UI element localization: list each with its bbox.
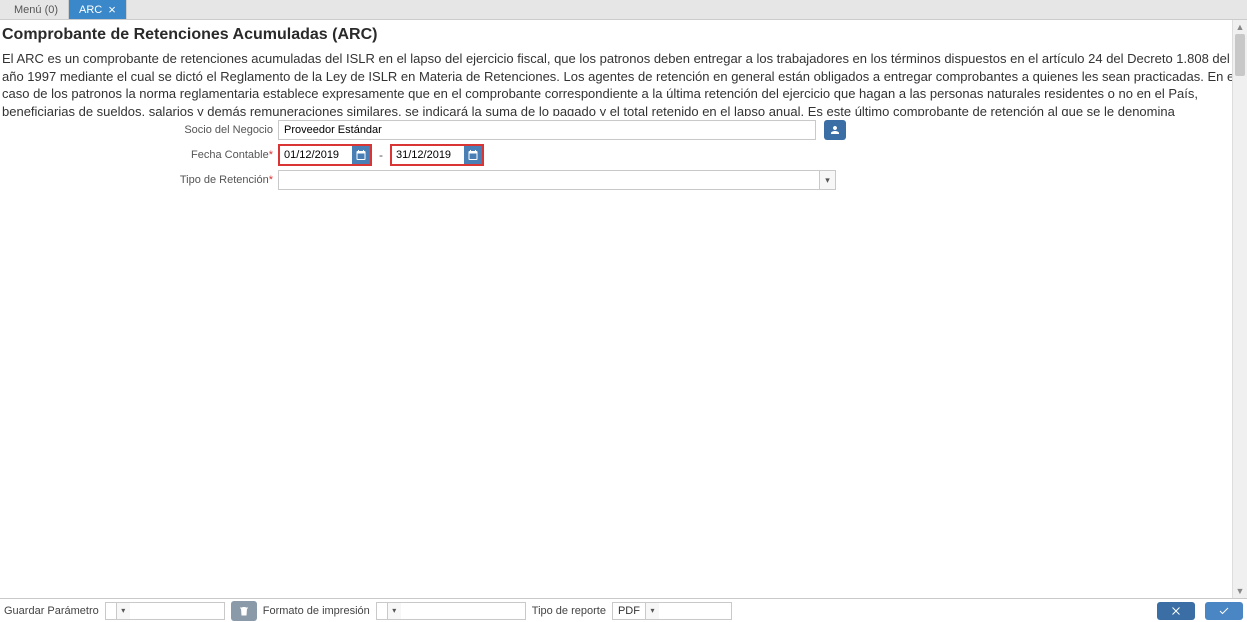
save-parameter-value (106, 603, 116, 619)
print-format-select[interactable]: ▾ (376, 602, 526, 620)
business-partner-lookup-button[interactable] (824, 120, 846, 140)
chevron-down-icon: ▾ (387, 603, 401, 619)
date-from-field (278, 144, 372, 166)
date-to-calendar-button[interactable] (464, 146, 482, 164)
date-to-field (390, 144, 484, 166)
form-panel: Socio del Negocio Fecha Contable* - (0, 116, 1246, 193)
chevron-down-icon: ▾ (116, 603, 130, 619)
calendar-icon (467, 149, 479, 161)
scroll-down-arrow[interactable]: ▼ (1233, 584, 1247, 598)
date-from-input[interactable] (280, 146, 352, 164)
accounting-date-label: Fecha Contable* (0, 149, 278, 161)
date-range-separator: - (379, 148, 383, 162)
scroll-thumb[interactable] (1235, 34, 1245, 76)
description-panel: Comprobante de Retenciones Acumuladas (A… (0, 20, 1246, 116)
business-partner-input[interactable] (278, 120, 816, 140)
retention-type-value (279, 171, 819, 189)
delete-parameter-button[interactable] (231, 601, 257, 621)
retention-type-label: Tipo de Retención* (0, 174, 278, 186)
close-icon[interactable]: × (108, 3, 116, 16)
tab-arc[interactable]: ARC × (69, 0, 127, 19)
page-description: El ARC es un comprobante de retenciones … (2, 50, 1238, 116)
ok-button[interactable] (1205, 602, 1243, 620)
content-area: Comprobante de Retenciones Acumuladas (A… (0, 20, 1247, 622)
report-type-select[interactable]: PDF ▾ (612, 602, 732, 620)
footer-toolbar: Guardar Parámetro ▾ Formato de impresión… (0, 598, 1247, 622)
tab-menu[interactable]: Menú (0) (4, 0, 69, 19)
print-format-value (377, 603, 387, 619)
tab-bar: Menú (0) ARC × (0, 0, 1247, 20)
row-retention-type: Tipo de Retención* ▾ (0, 168, 1246, 192)
business-partner-label: Socio del Negocio (0, 124, 278, 136)
calendar-icon (355, 149, 367, 161)
chevron-down-icon: ▾ (819, 171, 835, 189)
date-to-input[interactable] (392, 146, 464, 164)
report-type-value: PDF (613, 603, 645, 619)
user-icon (829, 124, 841, 136)
page-title: Comprobante de Retenciones Acumuladas (A… (2, 26, 1238, 44)
trash-icon (238, 605, 250, 617)
print-format-label: Formato de impresión (263, 605, 370, 617)
report-type-label: Tipo de reporte (532, 605, 606, 617)
vertical-scrollbar[interactable]: ▲ ▼ (1232, 20, 1247, 598)
save-parameter-label: Guardar Parámetro (4, 605, 99, 617)
check-icon (1215, 605, 1233, 617)
x-icon (1167, 605, 1185, 617)
row-business-partner: Socio del Negocio (0, 118, 1246, 142)
chevron-down-icon: ▾ (645, 603, 659, 619)
tab-menu-label: Menú (0) (14, 4, 58, 16)
retention-type-select[interactable]: ▾ (278, 170, 836, 190)
scroll-up-arrow[interactable]: ▲ (1233, 20, 1247, 34)
save-parameter-select[interactable]: ▾ (105, 602, 225, 620)
cancel-button[interactable] (1157, 602, 1195, 620)
row-accounting-date: Fecha Contable* - (0, 143, 1246, 167)
date-from-calendar-button[interactable] (352, 146, 370, 164)
tab-arc-label: ARC (79, 4, 102, 16)
